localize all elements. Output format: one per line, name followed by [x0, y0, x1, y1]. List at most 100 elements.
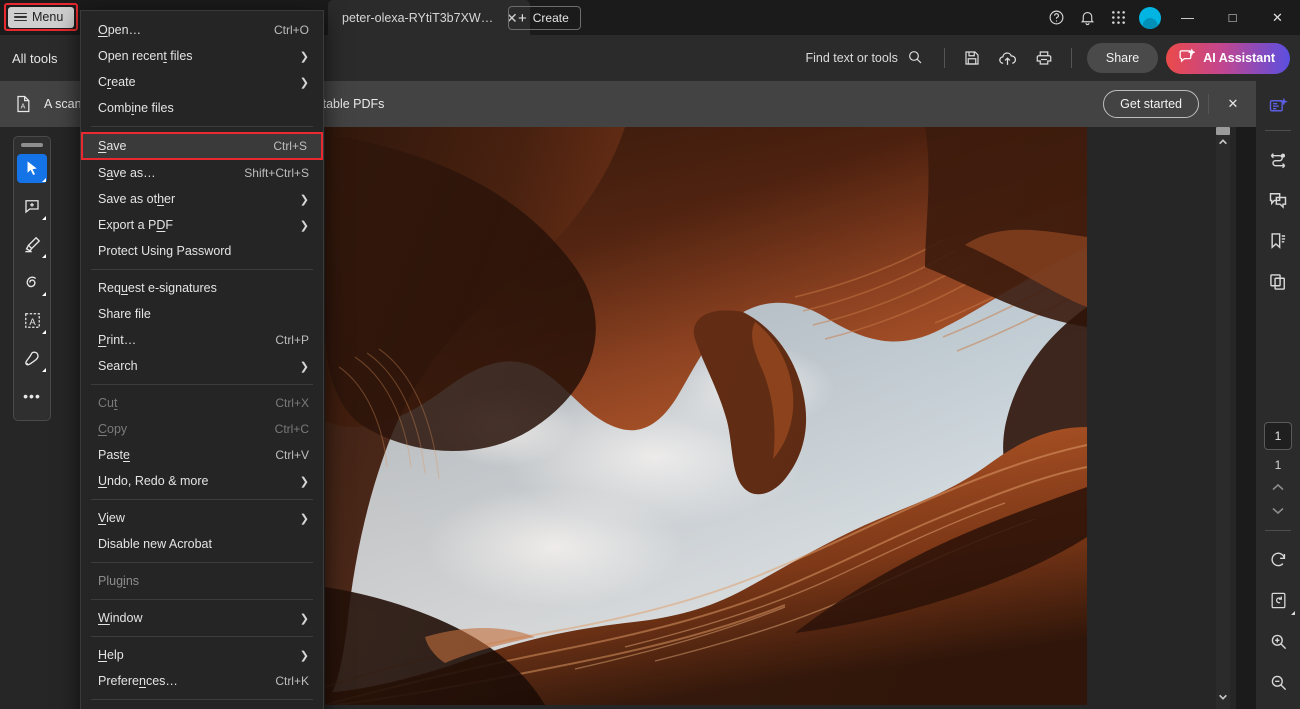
- next-page-icon[interactable]: [1271, 506, 1285, 518]
- menu-item-share-file[interactable]: Share file: [81, 301, 323, 327]
- menu-button-label: Menu: [32, 10, 64, 24]
- minimize-button[interactable]: —: [1165, 0, 1210, 35]
- menu-item-label: Paste: [98, 448, 130, 462]
- menu-item-open-recent-files[interactable]: Open recent files ❯: [81, 43, 323, 69]
- menu-item-save[interactable]: Save Ctrl+S: [81, 132, 323, 160]
- upload-cloud-icon[interactable]: [990, 43, 1026, 73]
- menu-item-protection[interactable]: Protection❯: [81, 705, 323, 709]
- organize-pages-icon[interactable]: [1263, 144, 1293, 174]
- menu-item-save-as-other[interactable]: Save as other ❯: [81, 186, 323, 212]
- menu-separator: [91, 126, 313, 127]
- menu-item-label: Combine files: [98, 101, 174, 115]
- menu-item-disable-new-acrobat[interactable]: Disable new Acrobat: [81, 531, 323, 557]
- bookmark-icon[interactable]: [1263, 226, 1293, 256]
- plus-icon: +: [518, 9, 527, 27]
- menu-item-label: Plugins: [98, 574, 140, 588]
- menu-item-search[interactable]: Search ❯: [81, 353, 323, 379]
- select-tool[interactable]: [17, 153, 47, 183]
- menu-item-create[interactable]: Create ❯: [81, 69, 323, 95]
- window-close-button[interactable]: ✕: [1255, 0, 1300, 35]
- menu-item-export-a-pdf[interactable]: Export a PDF ❯: [81, 212, 323, 238]
- document-tab[interactable]: peter-olexa-RYtiT3b7XW… ✕: [328, 0, 530, 35]
- zoom-in-icon[interactable]: [1263, 626, 1293, 656]
- scroll-down-icon[interactable]: [1216, 690, 1230, 704]
- menu-separator: [91, 269, 313, 270]
- menu-item-label: Disable new Acrobat: [98, 537, 212, 551]
- menu-item-open[interactable]: Open… Ctrl+O: [81, 17, 323, 43]
- get-started-button[interactable]: Get started: [1103, 90, 1199, 118]
- menu-item-label: Protect Using Password: [98, 244, 232, 258]
- save-icon[interactable]: [954, 43, 990, 73]
- find-text-or-tools[interactable]: Find text or tools: [805, 49, 934, 68]
- help-icon[interactable]: [1041, 0, 1072, 35]
- menu-item-window[interactable]: Window ❯: [81, 605, 323, 631]
- avatar[interactable]: [1134, 0, 1165, 35]
- chevron-right-icon: ❯: [299, 649, 309, 662]
- text-select-tool[interactable]: A: [17, 306, 47, 335]
- menu-item-help[interactable]: Help ❯: [81, 642, 323, 668]
- chevron-right-icon: ❯: [299, 475, 309, 488]
- menu-item-save-as[interactable]: Save as… Shift+Ctrl+S: [81, 160, 323, 186]
- menu-item-print[interactable]: Print… Ctrl+P: [81, 327, 323, 353]
- drag-handle[interactable]: [21, 143, 43, 147]
- menu-item-combine-files[interactable]: Combine files: [81, 95, 323, 121]
- menu-item-request-e-signatures[interactable]: Request e-signatures: [81, 275, 323, 301]
- chevron-right-icon: ❯: [299, 512, 309, 525]
- page-total-label: 1: [1274, 458, 1282, 472]
- menu-item-label: Create: [98, 75, 136, 89]
- chevron-right-icon: ❯: [299, 360, 309, 373]
- menu-item-view[interactable]: View ❯: [81, 505, 323, 531]
- menu-item-preferences[interactable]: Preferences… Ctrl+K: [81, 668, 323, 694]
- vertical-scrollbar[interactable]: [1216, 127, 1230, 709]
- page-number-input[interactable]: 1: [1264, 422, 1292, 450]
- acrobat-window: Menu peter-olexa-RYtiT3b7XW… ✕ + Create: [0, 0, 1300, 709]
- menu-item-shortcut: Ctrl+X: [275, 396, 309, 410]
- divider: [1265, 130, 1291, 131]
- caret-icon: [42, 329, 46, 334]
- share-button[interactable]: Share: [1086, 43, 1159, 73]
- banner-close-icon[interactable]: ✕: [1218, 89, 1248, 119]
- print-icon[interactable]: [1026, 43, 1062, 73]
- menu-button-highlight: Menu: [4, 3, 78, 31]
- maximize-button[interactable]: □: [1210, 0, 1255, 35]
- menu-item-paste[interactable]: Paste Ctrl+V: [81, 442, 323, 468]
- previous-page-icon[interactable]: [1271, 483, 1285, 495]
- copy-pages-icon[interactable]: [1263, 267, 1293, 297]
- zoom-out-icon[interactable]: [1263, 667, 1293, 697]
- menu-item-shortcut: Ctrl+P: [275, 333, 309, 347]
- toolbar-actions: Find text or tools Share AI Assistant: [805, 42, 1290, 74]
- menu-separator: [91, 599, 313, 600]
- search-icon[interactable]: [907, 49, 923, 68]
- ai-assistant-icon[interactable]: [1263, 92, 1293, 122]
- create-button[interactable]: + Create: [508, 6, 581, 30]
- menu-item-shortcut: Ctrl+K: [275, 674, 309, 688]
- add-comment-tool[interactable]: [17, 192, 47, 221]
- scrollbar-thumb[interactable]: [1216, 127, 1230, 135]
- more-tools[interactable]: •••: [17, 382, 47, 411]
- menu-item-protect-using-password[interactable]: Protect Using Password: [81, 238, 323, 264]
- ai-assistant-button[interactable]: AI Assistant: [1166, 42, 1290, 74]
- highlight-tool[interactable]: [17, 230, 47, 259]
- menu-button[interactable]: Menu: [8, 6, 74, 28]
- main-menu-dropdown[interactable]: Open… Ctrl+O Open recent files ❯ Create ❯ Comb…: [80, 10, 324, 709]
- caret-icon: [42, 253, 46, 258]
- pdf-page: [325, 127, 1087, 705]
- chevron-right-icon: ❯: [299, 193, 309, 206]
- bell-icon[interactable]: [1072, 0, 1103, 35]
- banner-actions: Get started ✕: [1103, 89, 1248, 119]
- rotate-icon[interactable]: [1263, 544, 1293, 574]
- comment-icon[interactable]: [1263, 185, 1293, 215]
- stamp-tool[interactable]: [17, 344, 47, 373]
- apps-grid-icon[interactable]: [1103, 0, 1134, 35]
- all-tools-button[interactable]: All tools: [12, 51, 58, 66]
- page-scan-icon[interactable]: [1263, 585, 1295, 615]
- menu-item-undo-redo-more[interactable]: Undo, Redo & more ❯: [81, 468, 323, 494]
- draw-tool[interactable]: [17, 268, 47, 297]
- divider: [943, 48, 945, 68]
- menu-item-label: Help: [98, 648, 124, 662]
- menu-item-label: Share file: [98, 307, 151, 321]
- divider: [1265, 530, 1291, 531]
- menu-item-shortcut: Ctrl+C: [274, 422, 309, 436]
- menu-separator: [91, 636, 313, 637]
- scroll-up-icon[interactable]: [1216, 135, 1230, 149]
